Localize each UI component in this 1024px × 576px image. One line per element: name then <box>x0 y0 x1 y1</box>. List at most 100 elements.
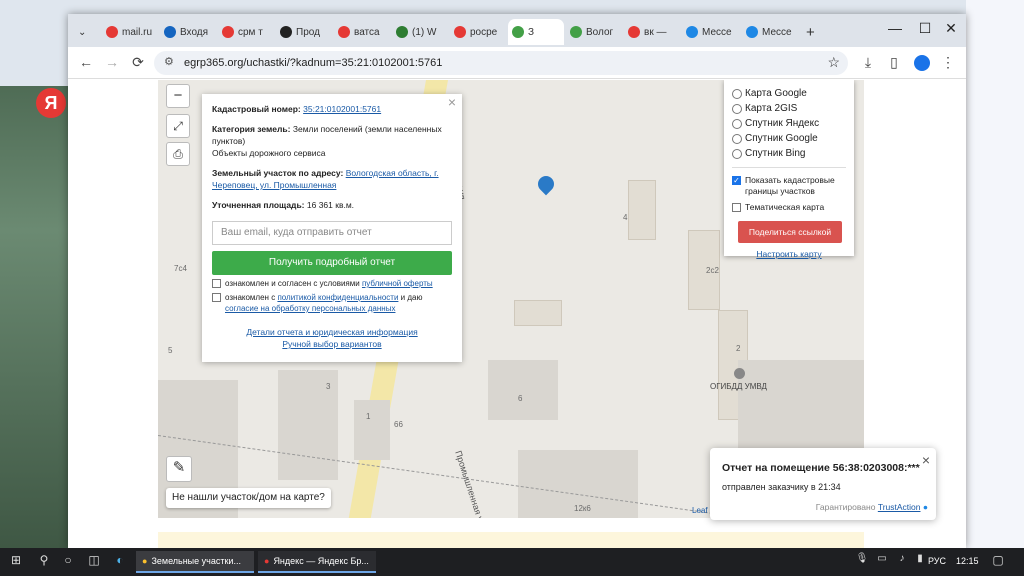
offer-checkbox[interactable] <box>212 279 221 288</box>
new-tab-button[interactable]: + <box>802 19 822 45</box>
house-number: 4 <box>623 213 628 222</box>
edge-icon[interactable]: ◐ <box>112 553 128 569</box>
favicon-icon <box>338 26 350 38</box>
layer-option-label: Спутник Яндекс <box>745 118 820 129</box>
tab-label: росре <box>470 26 498 38</box>
download-icon[interactable]: ⤓ <box>858 54 878 71</box>
radio-icon <box>732 118 742 129</box>
fullscreen-button[interactable]: ⤢ <box>166 114 190 138</box>
edit-button[interactable]: ✎ <box>166 456 192 482</box>
house-number: 5 <box>168 346 173 355</box>
tab-11[interactable]: Мессе <box>682 19 738 45</box>
menu-icon[interactable]: ⋮ <box>938 54 958 71</box>
house-number: 2 <box>736 344 741 353</box>
reload-button[interactable]: ⟳ <box>128 54 148 71</box>
minimize-button[interactable]: — <box>880 20 910 36</box>
layer-option-label: Карта 2GIS <box>745 103 798 114</box>
tab-search-button[interactable]: ⌄ <box>74 19 98 45</box>
offer-link[interactable]: публичной оферты <box>362 279 433 288</box>
house-number: 6 <box>518 394 523 403</box>
layer-option[interactable]: Карта Google <box>732 86 846 101</box>
clock[interactable]: 12:15 <box>956 556 979 566</box>
details-link[interactable]: Детали отчета и юридическая информация <box>246 327 417 337</box>
tab-label: Мессе <box>702 26 732 38</box>
star-icon[interactable]: ☆ <box>827 54 840 71</box>
tab-9[interactable]: Волог <box>566 19 622 45</box>
location-pin-icon[interactable] <box>534 172 558 196</box>
thematic-checkbox[interactable] <box>732 203 741 212</box>
tab-12[interactable]: Мессе <box>742 19 798 45</box>
tab-6[interactable]: (1) W <box>392 19 448 45</box>
building <box>514 300 562 326</box>
privacy-link[interactable]: политикой конфиденциальности <box>277 293 398 302</box>
share-link-button[interactable]: Поделиться ссылкой <box>738 221 842 243</box>
email-field[interactable]: Ваш email, куда отправить отчет <box>212 221 452 245</box>
layer-option[interactable]: Спутник Google <box>732 131 846 146</box>
layer-option[interactable]: Спутник Bing <box>732 146 846 161</box>
microphone-icon[interactable]: 🎙 <box>854 553 870 569</box>
sidebar-icon[interactable]: ▯ <box>884 54 904 71</box>
show-borders-checkbox[interactable]: ✓ <box>732 176 741 185</box>
leaflet-attribution[interactable]: Leaf <box>692 506 708 515</box>
site-info-icon[interactable]: ⚙ <box>164 55 174 68</box>
taskbar-item-chrome[interactable]: ● Земельные участки... <box>136 551 254 573</box>
yandex-browser-icon: ● <box>264 556 270 566</box>
popup-close-button[interactable]: × <box>448 95 456 109</box>
address-bar[interactable]: ⚙ egrp365.org/uchastki/?kadnum=35:21:010… <box>154 51 848 75</box>
tab-label: вк — <box>644 26 667 38</box>
volume-icon[interactable]: ♪ <box>894 553 910 569</box>
tab-4[interactable]: Прод <box>276 19 332 45</box>
forward-button[interactable]: → <box>102 54 122 70</box>
chevron-down-icon: ⌄ <box>78 26 87 38</box>
layer-option[interactable]: Спутник Яндекс <box>732 116 846 131</box>
tab-8[interactable]: З <box>508 19 564 45</box>
taskbar-item-yandex-label: Яндекс — Яндекс Бр... <box>273 556 369 566</box>
network-icon[interactable]: ▭ <box>874 553 890 569</box>
pencil-icon: ✎ <box>172 459 186 476</box>
notifications-icon[interactable]: ▢ <box>990 553 1006 569</box>
cadastral-link[interactable]: 35:21:0102001:5761 <box>303 104 381 114</box>
layer-option[interactable]: Карта 2GIS <box>732 101 846 116</box>
radio-icon <box>732 133 742 144</box>
tab-label: mail.ru <box>122 26 153 38</box>
verified-icon: ● <box>922 502 928 512</box>
get-report-button[interactable]: Получить подробный отчет <box>212 251 452 275</box>
print-button[interactable]: ⎙ <box>166 142 190 166</box>
search-icon[interactable]: ⚲ <box>36 553 52 569</box>
tab-10[interactable]: вк — <box>624 19 680 45</box>
language-indicator[interactable]: РУС <box>928 556 946 566</box>
widgets-icon[interactable]: ◫ <box>86 553 102 569</box>
customize-map-link[interactable]: Настроить карту <box>756 249 821 259</box>
tab-2[interactable]: Входя <box>160 19 216 45</box>
trustaction-link[interactable]: TrustAction <box>878 502 921 512</box>
offer-text: ознакомлен и согласен с условиями <box>225 279 360 288</box>
manual-select-link[interactable]: Ручной выбор вариантов <box>282 339 381 349</box>
tab-5[interactable]: ватса <box>334 19 390 45</box>
battery-icon[interactable]: ▮ <box>912 553 928 569</box>
tab-3[interactable]: срм т <box>218 19 274 45</box>
close-window-button[interactable]: ✕ <box>936 20 966 37</box>
windows-start-icon[interactable]: ⊞ <box>8 553 24 569</box>
favicon-icon <box>106 26 118 38</box>
tab-label: (1) W <box>412 26 437 38</box>
back-button[interactable]: ← <box>76 54 96 70</box>
favicon-icon <box>570 26 582 38</box>
profile-avatar[interactable] <box>914 55 930 71</box>
street-label: Промышленная ул. <box>453 449 488 518</box>
poi-icon <box>734 368 745 379</box>
radio-icon <box>732 103 742 114</box>
notification-toast: × Отчет на помещение 56:38:0203008:*** о… <box>710 448 936 520</box>
favicon-icon <box>396 26 408 38</box>
task-view-icon[interactable]: ○ <box>60 553 76 569</box>
house-number: 2с2 <box>706 266 719 275</box>
privacy-checkbox[interactable] <box>212 293 221 302</box>
tab-1[interactable]: mail.ru <box>102 19 158 45</box>
consent-link[interactable]: согласие на обработку персональных данны… <box>225 304 395 313</box>
notification-close-button[interactable]: × <box>922 452 930 468</box>
guarantee-text: Гарантировано <box>815 502 876 512</box>
zoom-out-button[interactable]: − <box>166 84 190 108</box>
not-found-button[interactable]: Не нашли участок/дом на карте? <box>166 488 331 508</box>
tab-7[interactable]: росре <box>450 19 506 45</box>
taskbar-item-yandex[interactable]: ● Яндекс — Яндекс Бр... <box>258 551 376 573</box>
tab-label: Прод <box>296 26 320 38</box>
